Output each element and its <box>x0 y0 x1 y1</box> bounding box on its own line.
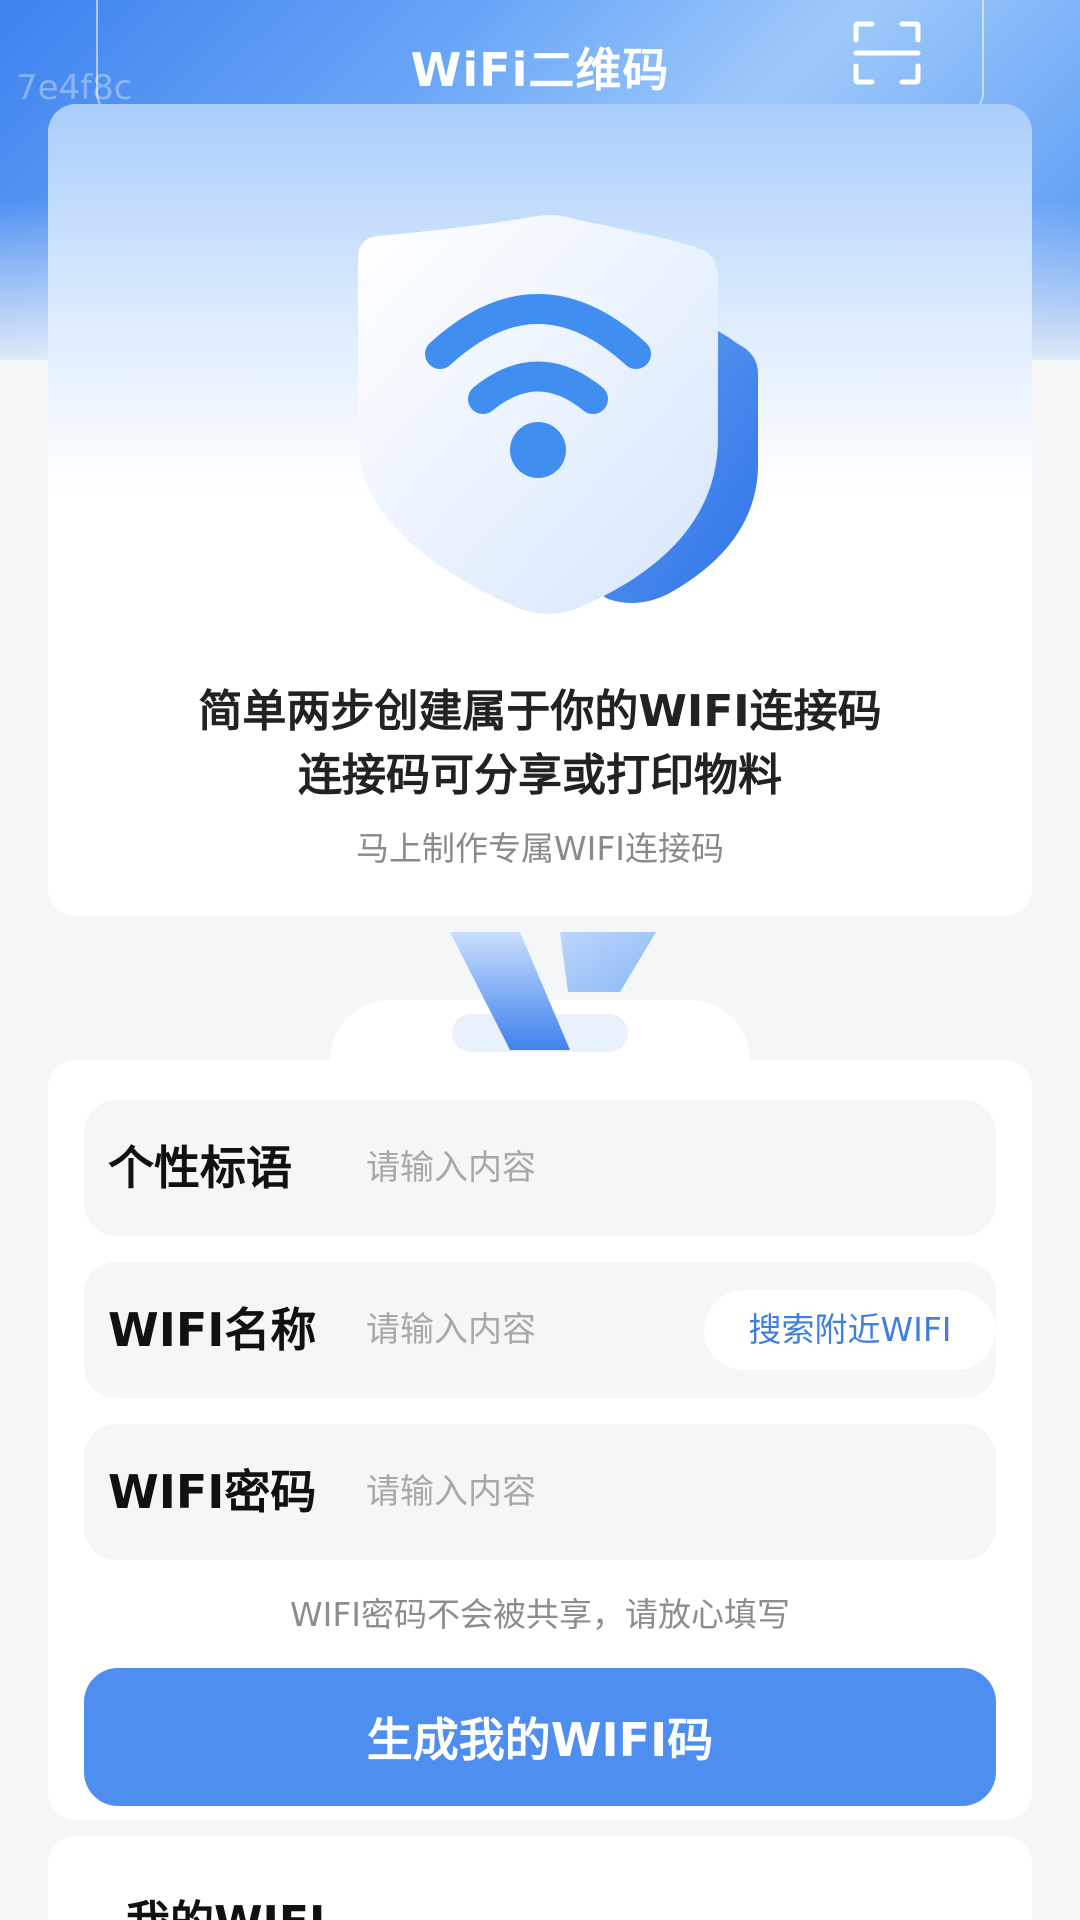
v-logo-icon <box>450 932 656 1052</box>
search-nearby-wifi-button[interactable]: 搜索附近WIFI <box>704 1290 996 1370</box>
wifi-password-row: WIFI密码 <box>84 1424 996 1560</box>
wifi-shield-icon <box>358 215 758 614</box>
headline-line-2: 连接码可分享或打印物料 <box>298 750 782 801</box>
scan-button[interactable] <box>852 20 922 86</box>
hero-headline: 简单两步创建属于你的WIFI连接码 连接码可分享或打印物料 <box>48 680 1032 808</box>
scan-icon <box>853 21 921 85</box>
wifi-name-row: WIFI名称 搜索附近WIFI <box>84 1262 996 1398</box>
hero-subline: 马上制作专属WIFI连接码 <box>355 829 725 868</box>
headline-line-1: 简单两步创建属于你的WIFI连接码 <box>198 686 882 737</box>
wifi-name-label: WIFI名称 <box>108 1303 317 1357</box>
slogan-label: 个性标语 <box>108 1141 292 1195</box>
slogan-row: 个性标语 <box>84 1100 996 1236</box>
wifi-password-label: WIFI密码 <box>108 1465 317 1519</box>
my-wifi-title: 我的WIFI <box>126 1886 325 1920</box>
generate-wifi-code-button[interactable]: 生成我的WIFI码 <box>84 1668 996 1806</box>
wifi-password-input[interactable] <box>366 1462 746 1522</box>
my-wifi-card[interactable]: 我的WIFI <box>48 1836 1032 1920</box>
hero-card: 简单两步创建属于你的WIFI连接码 连接码可分享或打印物料 马上制作专属WIFI… <box>48 104 1032 916</box>
slogan-input[interactable] <box>366 1138 746 1198</box>
watermark: 7e4f8c <box>16 68 133 108</box>
password-hint: WIFI密码不会被共享，请放心填写 <box>289 1595 791 1634</box>
wifi-name-input[interactable] <box>366 1300 686 1360</box>
